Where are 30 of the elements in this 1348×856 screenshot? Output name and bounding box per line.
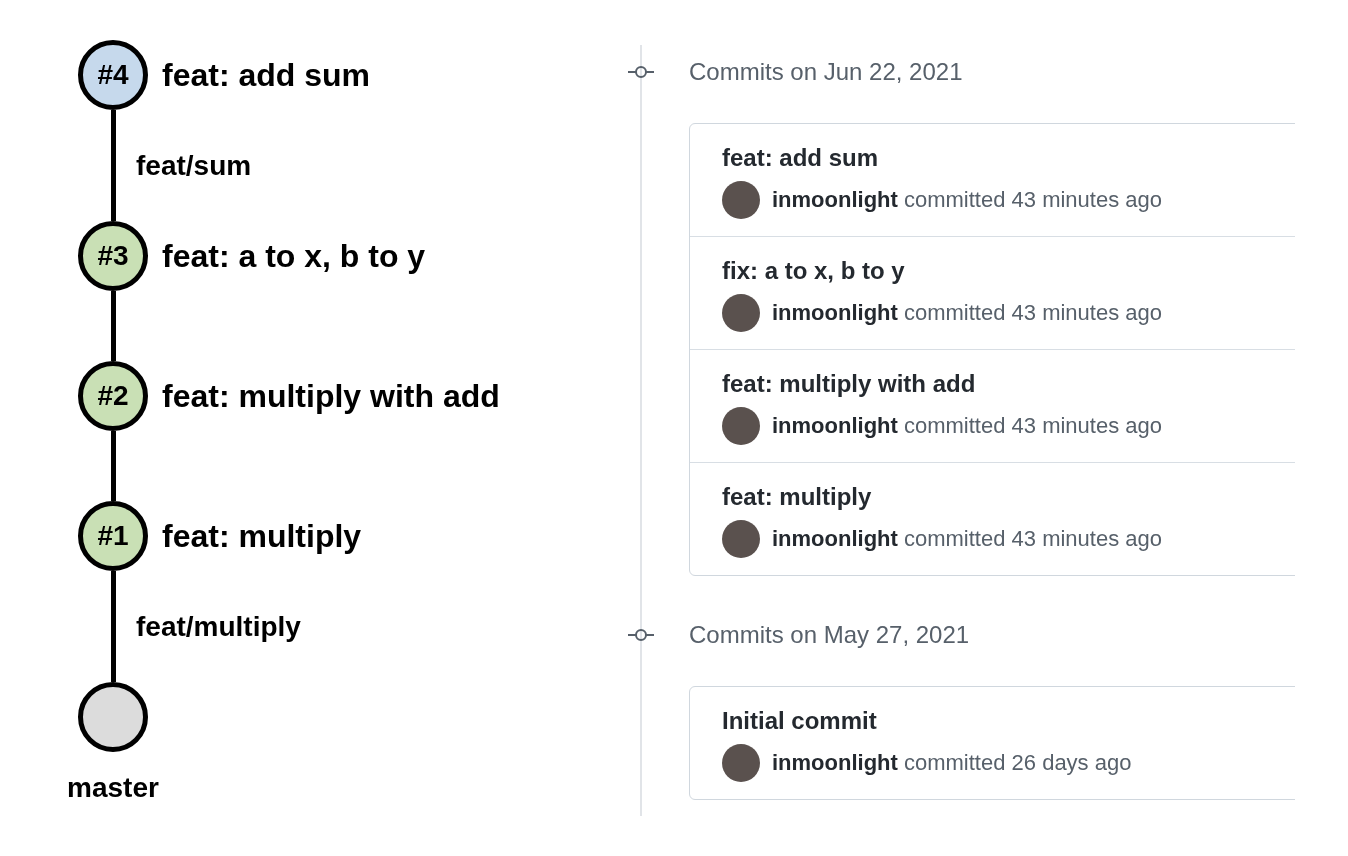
commit-icon bbox=[628, 628, 654, 642]
commit-meta: inmoonlight committed 43 minutes ago bbox=[772, 413, 1162, 439]
branch-label: feat/sum bbox=[136, 149, 252, 182]
avatar-icon[interactable] bbox=[722, 407, 760, 445]
commit-node: #4 bbox=[78, 40, 148, 110]
commit-meta: inmoonlight committed 43 minutes ago bbox=[772, 300, 1162, 326]
avatar-icon[interactable] bbox=[722, 744, 760, 782]
commit-message-link[interactable]: feat: multiply bbox=[722, 483, 1295, 511]
commit-title: feat: multiply with add bbox=[162, 377, 500, 415]
date-heading: Commits on May 27, 2021 bbox=[689, 621, 970, 649]
commit-message-link[interactable]: feat: multiply with add bbox=[722, 370, 1295, 398]
commit-title: feat: add sum bbox=[162, 56, 371, 94]
commit-message-link[interactable]: feat: add sum bbox=[722, 144, 1295, 172]
branch-label: feat/multiply bbox=[136, 610, 301, 643]
commit-icon bbox=[628, 65, 654, 79]
commit-node: #1 bbox=[78, 501, 148, 571]
commit-meta: inmoonlight committed 43 minutes ago bbox=[772, 187, 1162, 213]
date-heading: Commits on Jun 22, 2021 bbox=[689, 58, 963, 86]
avatar-icon[interactable] bbox=[722, 520, 760, 558]
commit-meta: inmoonlight committed 26 days ago bbox=[772, 750, 1132, 776]
commit-message-link[interactable]: Initial commit bbox=[722, 707, 1295, 735]
commit-meta: inmoonlight committed 43 minutes ago bbox=[772, 526, 1162, 552]
commit-title: feat: multiply bbox=[162, 517, 362, 555]
commit-node: #2 bbox=[78, 361, 148, 431]
commit-message-link[interactable]: fix: a to x, b to y bbox=[722, 257, 1295, 285]
avatar-icon[interactable] bbox=[722, 181, 760, 219]
commit-title: feat: a to x, b to y bbox=[162, 237, 426, 275]
commit-node: #3 bbox=[78, 221, 148, 291]
branch-label: master bbox=[67, 772, 159, 804]
avatar-icon[interactable] bbox=[722, 294, 760, 332]
